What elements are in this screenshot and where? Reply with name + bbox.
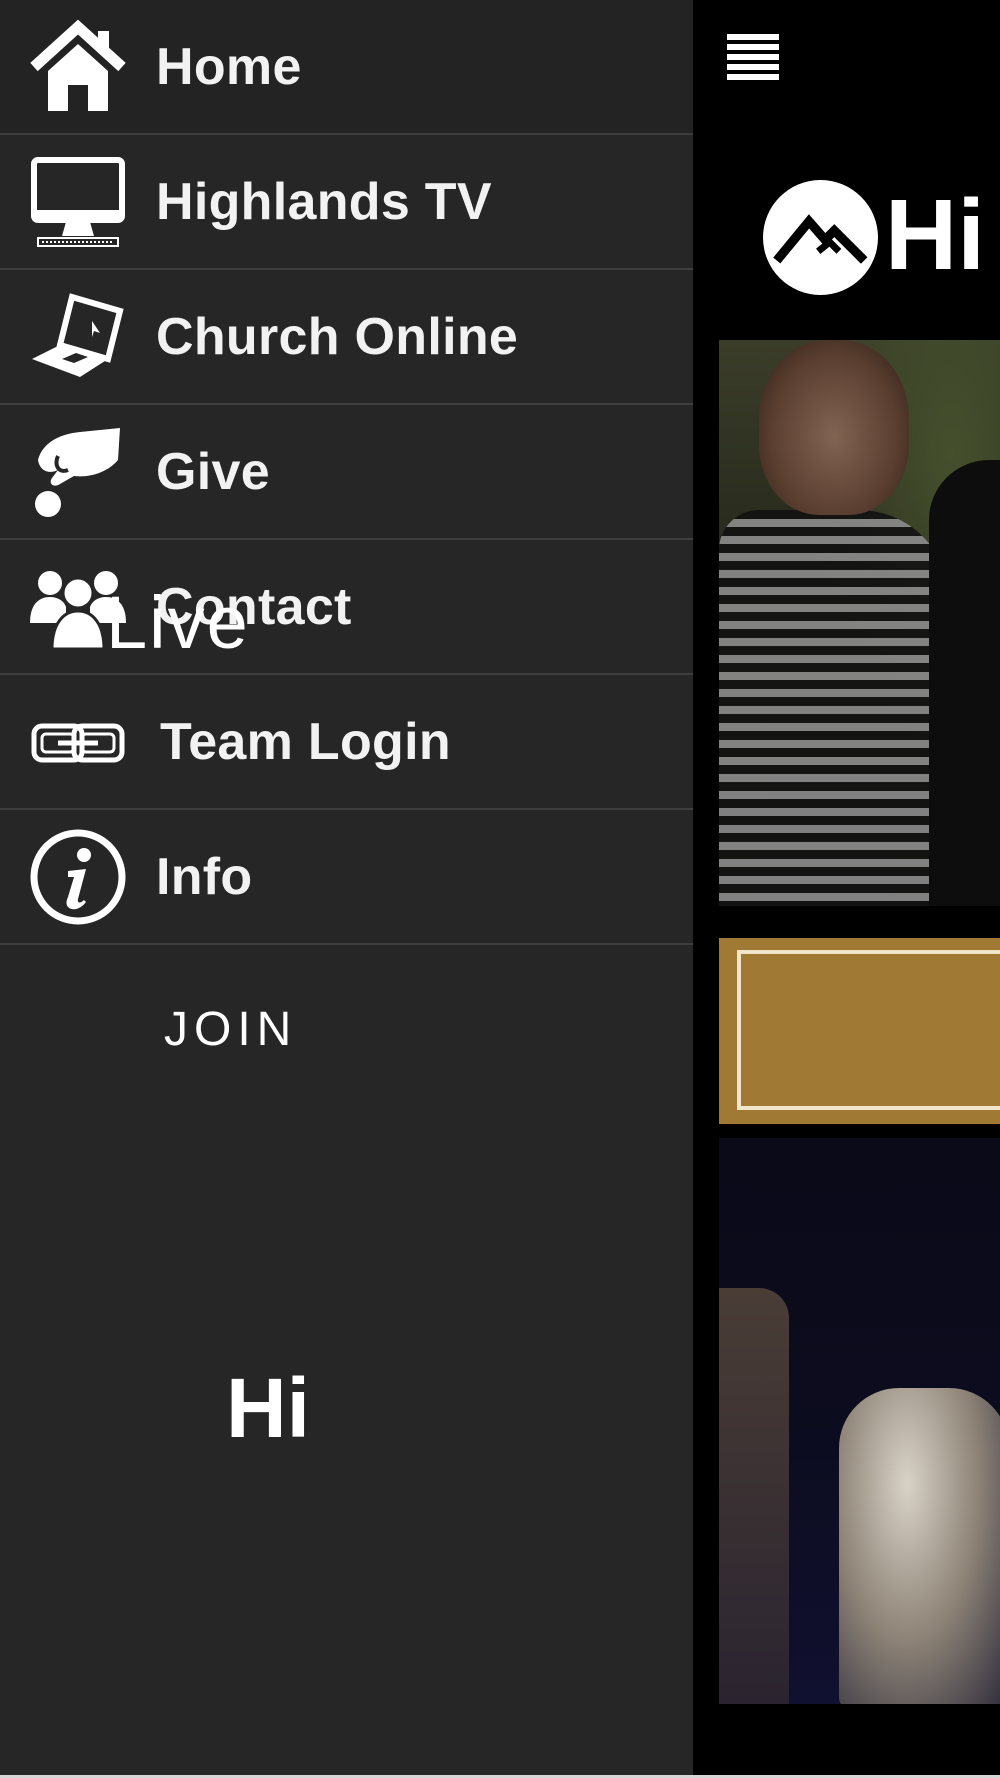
menu-item-info[interactable]: Info	[0, 810, 693, 945]
menu-item-give[interactable]: Give	[0, 405, 693, 540]
hamburger-icon[interactable]	[727, 34, 779, 82]
main-page: Hi	[693, 0, 1000, 1778]
logo-text: Hi	[885, 179, 985, 291]
hero-title: Live	[106, 581, 250, 664]
menu-item-label: Home	[156, 37, 302, 96]
menu-item-contact[interactable]: Contact	[0, 540, 693, 675]
link-icon	[28, 692, 128, 792]
site-logo[interactable]: Hi	[763, 175, 1000, 295]
mountain-logo-icon	[763, 180, 878, 295]
worship-guitarist	[839, 1388, 1000, 1704]
desktop-monitor-icon	[28, 152, 128, 252]
menu-item-church-online[interactable]: Church Online	[0, 270, 693, 405]
menu-item-home[interactable]: Home	[0, 0, 693, 135]
menu-item-highlands-tv[interactable]: Highlands TV	[0, 135, 693, 270]
menu-item-label: Highlands TV	[156, 172, 492, 231]
menu-item-team-login[interactable]: Team Login	[0, 675, 693, 810]
menu-item-label: Church Online	[156, 307, 519, 366]
home-icon	[28, 17, 128, 117]
laptop-icon	[28, 287, 128, 387]
menu-item-label: Info	[156, 847, 253, 906]
worship-person-arm	[719, 1288, 789, 1704]
join-button[interactable]	[719, 938, 1000, 1124]
info-icon	[28, 827, 128, 927]
join-button-label: JOIN	[164, 1003, 298, 1056]
hand-coin-icon	[28, 422, 128, 522]
side-drawer: Home Highlands TV Church Online Give Con…	[0, 0, 693, 1778]
worship-image[interactable]	[719, 1138, 1000, 1704]
hero-image[interactable]	[719, 340, 1000, 906]
menu-item-label: Give	[156, 442, 270, 501]
worship-title: Hi	[226, 1361, 310, 1455]
menu-item-label: Team Login	[160, 712, 451, 771]
